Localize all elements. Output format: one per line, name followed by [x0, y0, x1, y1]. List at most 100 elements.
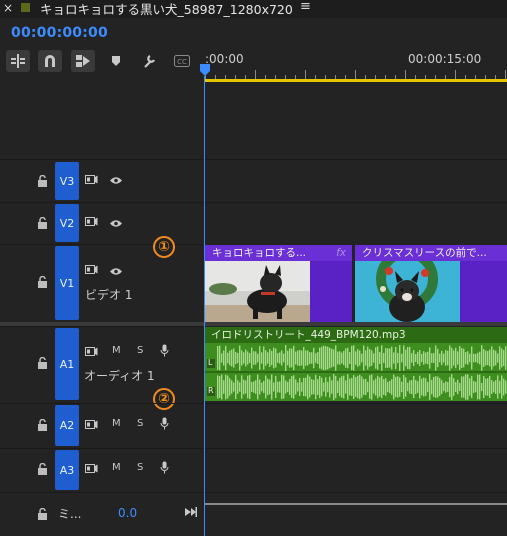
sync-lock-icon[interactable]: [85, 463, 98, 477]
video-clip-2[interactable]: [355, 261, 507, 322]
waveform-bar: [383, 353, 385, 363]
waveform-bar: [275, 348, 277, 368]
captions-icon[interactable]: CC: [170, 50, 194, 72]
lock-icon[interactable]: [37, 174, 49, 187]
sync-lock-icon[interactable]: [85, 346, 98, 360]
track-target-a2[interactable]: A2: [55, 405, 79, 446]
annotation-marker-1: ①: [153, 236, 175, 258]
audio-clip[interactable]: L R: [205, 343, 507, 401]
playhead-handle[interactable]: [200, 64, 210, 76]
settings-wrench-icon[interactable]: [137, 50, 161, 72]
waveform-bar: [377, 375, 379, 399]
waveform-bar: [431, 379, 433, 395]
lock-icon[interactable]: [37, 356, 49, 369]
track-header-a2[interactable]: [0, 403, 203, 448]
mute-button[interactable]: M: [112, 462, 121, 473]
waveform-bar: [315, 374, 317, 400]
waveform-bar: [439, 377, 441, 397]
snap-magnet-icon[interactable]: [38, 50, 62, 72]
track-header-a3[interactable]: [0, 448, 203, 492]
track-name-v1[interactable]: ビデオ 1: [85, 286, 132, 303]
waveform-bar: [455, 347, 457, 369]
waveform-bar: [217, 375, 219, 399]
waveform-bar: [347, 347, 349, 369]
waveform-bar: [369, 349, 371, 367]
waveform-bar: [369, 375, 371, 399]
microphone-icon[interactable]: [160, 417, 169, 433]
video-clip-1-header[interactable]: キョロキョロする... fx: [205, 245, 352, 261]
track-header-master[interactable]: [0, 492, 203, 536]
waveform-bar: [263, 380, 265, 394]
waveform-bar: [449, 345, 451, 371]
go-to-end-icon[interactable]: [185, 507, 197, 520]
track-target-a1[interactable]: A1: [55, 328, 79, 400]
track-lane-v2[interactable]: [205, 202, 507, 244]
waveform-bar: [339, 351, 341, 365]
lock-icon[interactable]: [37, 462, 49, 475]
track-target-a3[interactable]: A3: [55, 450, 79, 490]
playhead-line[interactable]: [204, 76, 205, 536]
waveform-bar: [325, 346, 327, 370]
lock-icon[interactable]: [37, 507, 49, 520]
waveform-bar: [257, 374, 259, 400]
eye-icon[interactable]: [109, 266, 123, 279]
waveform-bar: [281, 374, 283, 400]
microphone-icon[interactable]: [160, 461, 169, 477]
track-name-a1[interactable]: オーディオ 1: [84, 367, 155, 384]
track-header-v2[interactable]: [0, 202, 203, 244]
waveform-bar: [249, 374, 251, 400]
waveform-bar: [465, 374, 467, 400]
mute-button[interactable]: M: [112, 418, 121, 429]
waveform-bar: [445, 381, 447, 393]
eye-icon[interactable]: [109, 175, 123, 188]
waveform-bar: [455, 382, 457, 392]
waveform-bar: [255, 380, 257, 394]
video-clip-1[interactable]: [205, 261, 352, 322]
master-volume-value[interactable]: 0.0: [118, 506, 137, 520]
sync-lock-icon[interactable]: [85, 419, 98, 433]
sequence-title[interactable]: キョロキョロする黒い犬_58987_1280x720: [40, 0, 293, 18]
track-header-v1[interactable]: [0, 244, 203, 322]
solo-button[interactable]: S: [137, 462, 143, 473]
track-target-v2[interactable]: V2: [55, 204, 79, 242]
sync-lock-icon[interactable]: [85, 264, 98, 278]
add-marker-icon[interactable]: [104, 50, 128, 72]
solo-button[interactable]: S: [137, 345, 143, 356]
eye-icon[interactable]: [109, 218, 123, 231]
waveform-bar: [283, 375, 285, 399]
track-target-v1[interactable]: V1: [55, 246, 79, 320]
waveform-bar: [265, 350, 267, 366]
microphone-icon[interactable]: [160, 344, 169, 360]
mute-button[interactable]: M: [112, 345, 121, 356]
track-lane-a2[interactable]: [205, 403, 507, 448]
track-target-v3[interactable]: V3: [55, 162, 79, 200]
waveform-bar: [489, 376, 491, 398]
lock-icon[interactable]: [37, 275, 49, 288]
fx-badge: fx: [336, 247, 346, 259]
lock-icon[interactable]: [37, 418, 49, 431]
track-lane-a3[interactable]: [205, 448, 507, 492]
linked-selection-icon[interactable]: [71, 50, 95, 72]
lock-icon[interactable]: [37, 216, 49, 229]
track-lane-v3[interactable]: [205, 159, 507, 202]
waveform-bar: [361, 353, 363, 363]
playhead-timecode[interactable]: 00:00:00:00: [11, 25, 108, 41]
video-clip-2-header[interactable]: クリスマスリースの前で...: [355, 245, 507, 261]
audio-clip-header[interactable]: イロドリストリート_449_BPM120.mp3: [205, 327, 507, 343]
waveform-bar: [333, 349, 335, 367]
track-header-v3[interactable]: [0, 159, 203, 202]
waveform-bar: [289, 348, 291, 368]
sync-lock-icon[interactable]: [85, 216, 98, 230]
waveform-bar: [317, 379, 319, 395]
close-icon[interactable]: ×: [3, 1, 13, 15]
solo-button[interactable]: S: [137, 418, 143, 429]
panel-menu-icon[interactable]: ≡: [300, 0, 311, 14]
waveform-bar: [403, 345, 405, 371]
track-lane-master[interactable]: [205, 492, 507, 536]
insert-overwrite-icon[interactable]: [6, 50, 30, 72]
waveform-bar: [275, 375, 277, 399]
waveform-bar: [261, 352, 263, 364]
waveform-bar: [421, 353, 423, 363]
sync-lock-icon[interactable]: [85, 174, 98, 188]
waveform-bar: [273, 347, 275, 369]
